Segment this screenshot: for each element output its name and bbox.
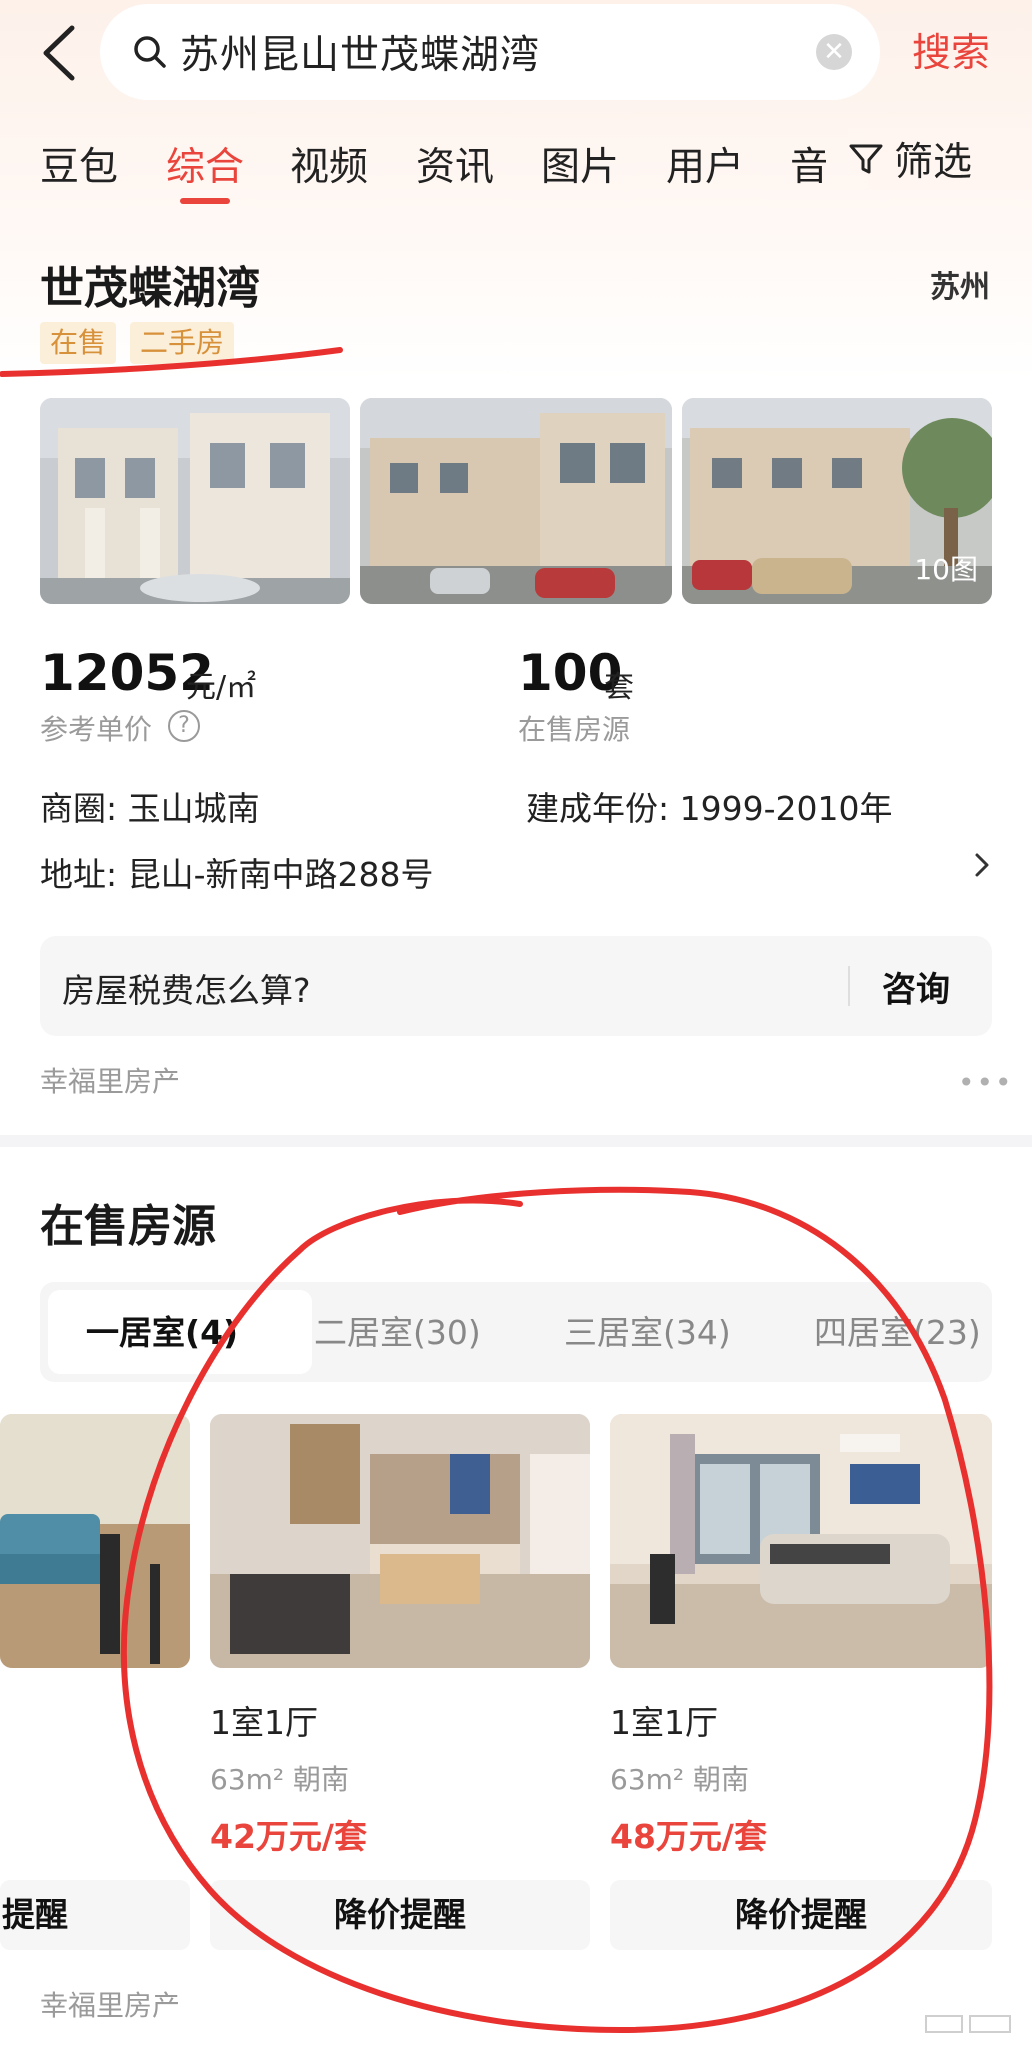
listing-count-unit: 套 <box>604 670 634 705</box>
listing-layout: 1室1厅 <box>610 1703 718 1742</box>
search-button[interactable]: 搜索 <box>912 22 990 78</box>
unit-price-label: 参考单价 <box>40 713 153 746</box>
tax-question: 房屋税费怎么算? <box>62 971 311 1010</box>
photo-count: 10图 <box>914 553 978 586</box>
unit-price-unit: 元/㎡ <box>186 670 257 705</box>
business-area: 商圈: 玉山城南 <box>40 789 260 828</box>
price-alert-button-partial[interactable]: 提醒 <box>0 1880 190 1950</box>
tab-music[interactable]: 音乐 <box>790 136 826 192</box>
room-tab-2[interactable]: 二居室(30) <box>314 1306 481 1354</box>
source-label: 幸福里房产 <box>40 1065 181 1098</box>
tab-news[interactable]: 资讯 <box>416 136 494 192</box>
search-icon <box>134 36 166 68</box>
community-name: 世茂蝶湖湾 <box>40 263 260 314</box>
gallery-photo[interactable] <box>40 398 350 604</box>
search-query: 苏州昆山世茂蝶湖湾 <box>180 33 541 78</box>
section-divider <box>0 1135 1032 1147</box>
tab-images[interactable]: 图片 <box>541 136 619 192</box>
red-underline-annotation <box>0 347 343 377</box>
listing-price: 48万元/套 <box>610 1817 767 1856</box>
room-tab-1[interactable]: 一居室(4) <box>86 1306 238 1354</box>
gallery-photo[interactable]: 10图 <box>682 398 992 604</box>
tax-question-card[interactable]: 房屋税费怎么算? 咨询 <box>40 936 992 1036</box>
listing-layout: 1室1厅 <box>210 1703 318 1742</box>
chevron-right-icon[interactable] <box>972 850 992 880</box>
listing-price: 42万元/套 <box>210 1817 367 1856</box>
room-tab-4[interactable]: 四居室(23) <box>814 1306 981 1354</box>
category-tabs: 豆包 综合 视频 资讯 图片 用户 音乐 筛选 <box>0 128 1032 208</box>
back-arrow-icon[interactable] <box>34 22 84 84</box>
tab-video[interactable]: 视频 <box>290 136 368 192</box>
tab-users[interactable]: 用户 <box>666 136 744 192</box>
listing-meta: 63m² 朝南 <box>210 1763 350 1796</box>
listing-photo[interactable] <box>210 1414 590 1668</box>
clear-icon[interactable]: ✕ <box>816 34 852 70</box>
build-year: 建成年份: 1999-2010年 <box>526 789 893 828</box>
active-tab-indicator <box>180 198 230 204</box>
consult-button[interactable]: 咨询 <box>882 962 950 1011</box>
photo-gallery[interactable]: 10图 <box>40 398 992 604</box>
filter-button[interactable]: 筛选 <box>848 128 1032 190</box>
listing-photo-partial[interactable] <box>0 1414 190 1668</box>
listing-meta: 63m² 朝南 <box>610 1763 750 1796</box>
source-label: 幸福里房产 <box>40 1989 181 2022</box>
search-input[interactable]: 苏州昆山世茂蝶湖湾 ✕ <box>100 4 880 100</box>
help-icon[interactable]: ? <box>168 710 200 742</box>
room-tab-3[interactable]: 三居室(34) <box>564 1306 731 1354</box>
listing-count-label: 在售房源 <box>518 713 631 746</box>
divider <box>848 966 850 1006</box>
address[interactable]: 地址: 昆山-新南中路288号 <box>40 848 434 896</box>
filter-icon <box>849 144 883 174</box>
room-type-tabs: 一居室(4) 二居室(30) 三居室(34) 四居室(23) <box>40 1282 992 1382</box>
price-alert-button[interactable]: 降价提醒 <box>610 1880 992 1950</box>
tab-general[interactable]: 综合 <box>166 136 244 192</box>
tab-doubao[interactable]: 豆包 <box>40 136 118 192</box>
watermark-icon <box>925 2015 1011 2033</box>
listing-photo[interactable] <box>610 1414 992 1668</box>
gallery-photo[interactable] <box>360 398 672 604</box>
listings-section-title: 在售房源 <box>40 1201 216 1252</box>
community-city: 苏州 <box>930 270 990 305</box>
more-dots-icon[interactable]: ••• <box>958 1066 1014 1099</box>
price-alert-button[interactable]: 降价提醒 <box>210 1880 590 1950</box>
filter-label: 筛选 <box>894 140 973 185</box>
